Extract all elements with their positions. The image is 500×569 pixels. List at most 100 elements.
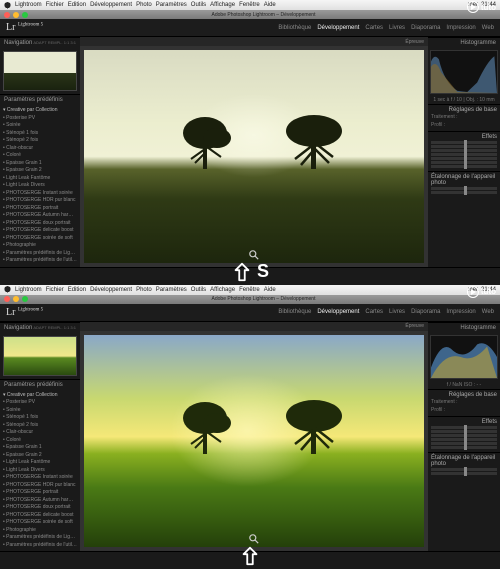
preset-item[interactable]: • Photographie [3,527,77,535]
preset-item[interactable]: • Light Leak Divers [3,182,77,190]
module-print[interactable]: Impression [446,25,475,31]
preset-item[interactable]: • Sténopé 2 fois [3,422,77,430]
menu-tools[interactable]: Outils [191,287,206,293]
preset-item[interactable]: • Light Leak Fantôme [3,175,77,183]
menu-file[interactable]: Fichier [46,2,64,8]
close-icon[interactable] [4,296,10,302]
preset-item[interactable]: • Paramètres prédéfinis de l'utilisateur [3,257,77,265]
menu-view[interactable]: Affichage [210,287,235,293]
menu-help[interactable]: Aide [264,2,276,8]
preset-item[interactable]: • PHOTOSERGE HDR pur blanc [3,482,77,490]
basic-panel[interactable]: Réglages de base Traitement : Profil : [428,104,500,131]
apple-icon[interactable] [4,286,11,293]
module-develop[interactable]: Développement [317,309,359,315]
presets-list[interactable]: ▾ Creative par Collection • Posterise PV… [0,390,80,552]
preset-item[interactable]: • PHOTOSERGE delicate boost [3,512,77,520]
menu-file[interactable]: Fichier [46,287,64,293]
module-book[interactable]: Livres [389,309,405,315]
navigator-thumbnail[interactable] [3,336,77,376]
module-map[interactable]: Cartes [365,25,383,31]
menu-photo[interactable]: Photo [136,287,152,293]
module-library[interactable]: Bibliothèque [278,25,311,31]
menu-settings[interactable]: Paramètres [156,287,187,293]
menu-edit[interactable]: Edition [68,287,86,293]
loupe-icon[interactable] [248,249,260,261]
preset-item[interactable]: • PHOTOSERGE Autumn harmony [3,497,77,505]
preset-item[interactable]: • PHOTOSERGE soirée de soft [3,235,77,243]
slider[interactable] [431,191,497,194]
preset-item[interactable]: • PHOTOSERGE Instant soirée [3,190,77,198]
module-map[interactable]: Cartes [365,309,383,315]
module-web[interactable]: Web [482,25,494,31]
preset-item[interactable]: • Sténopé 1 fois [3,414,77,422]
slider[interactable] [431,165,497,168]
image-canvas[interactable] [84,335,424,548]
preset-item[interactable]: • PHOTOSERGE portrait [3,489,77,497]
menu-photo[interactable]: Photo [136,2,152,8]
preset-item[interactable]: • Paramètres prédéfinis de Lightroom [3,250,77,258]
slider[interactable] [431,446,497,449]
preset-item[interactable]: • Épaisse Grain 2 [3,452,77,460]
preset-item[interactable]: • Coloré [3,437,77,445]
preset-item[interactable]: • Soirée [3,407,77,415]
preset-item[interactable]: • Clair-obscur [3,429,77,437]
preset-item[interactable]: • Soirée [3,122,77,130]
loupe-icon[interactable] [248,533,260,545]
preset-item[interactable]: • PHOTOSERGE delicate boost [3,227,77,235]
minimize-icon[interactable] [13,296,19,302]
menu-app[interactable]: Lightroom [15,287,42,293]
presets-list[interactable]: ▾ Creative par Collection • Posterise PV… [0,105,80,267]
menu-settings[interactable]: Paramètres [156,2,187,8]
menu-app[interactable]: Lightroom [15,2,42,8]
menu-window[interactable]: Fenêtre [239,2,260,8]
calibration-panel[interactable]: Étalonnage de l'appareil photo [428,171,500,197]
navigator-header[interactable]: Navigation ADAPT REMPL. 1:1 3:1 [0,37,80,48]
preset-item[interactable]: • Paramètres prédéfinis de l'utilisateur [3,542,77,550]
histogram[interactable] [430,50,498,94]
preset-item[interactable]: • PHOTOSERGE Autumn harmony [3,212,77,220]
preset-item[interactable]: • Épaisse Grain 1 [3,444,77,452]
zoom-icon[interactable] [22,12,28,18]
menu-view[interactable]: Affichage [210,2,235,8]
preset-item[interactable]: • Sténopé 1 fois [3,130,77,138]
preset-item[interactable]: • Coloré [3,152,77,160]
preset-item[interactable]: • PHOTOSERGE doux portrait [3,220,77,228]
preset-item[interactable]: • Épaisse Grain 1 [3,160,77,168]
module-print[interactable]: Impression [446,309,475,315]
module-library[interactable]: Bibliothèque [278,309,311,315]
menu-window[interactable]: Fenêtre [239,287,260,293]
preset-item[interactable]: • Posterise PV [3,115,77,123]
slider[interactable] [431,472,497,475]
preset-item[interactable]: • Posterise PV [3,399,77,407]
preset-item[interactable]: • Épaisse Grain 2 [3,167,77,175]
macos-menubar[interactable]: Lightroom Fichier Edition Développement … [0,285,500,295]
image-canvas[interactable] [84,50,424,263]
module-book[interactable]: Livres [389,25,405,31]
preset-item[interactable]: • PHOTOSERGE HDR pur blanc [3,197,77,205]
minimize-icon[interactable] [13,12,19,18]
preset-item[interactable]: • Light Leak Fantôme [3,459,77,467]
module-slideshow[interactable]: Diaporama [411,309,440,315]
preset-group[interactable]: ▾ Creative par Collection [3,392,77,400]
menu-develop[interactable]: Développement [90,2,132,8]
macos-menubar[interactable]: Lightroom Fichier Edition Développement … [0,0,500,10]
histogram[interactable] [430,335,498,379]
preset-item[interactable]: • Clair-obscur [3,145,77,153]
basic-panel[interactable]: Réglages de base Traitement : Profil : [428,389,500,416]
menu-edit[interactable]: Edition [68,2,86,8]
effects-panel[interactable]: Effets [428,416,500,452]
soft-proof-toggle[interactable]: Épreuve [405,323,424,329]
preset-item[interactable]: • Paramètres prédéfinis de Lightroom [3,534,77,542]
histogram-header[interactable]: Histogramme [428,37,500,48]
preset-item[interactable]: • PHOTOSERGE Instant soirée [3,474,77,482]
preset-item[interactable]: • PHOTOSERGE soirée de soft [3,519,77,527]
preset-item[interactable]: • Sténopé 2 fois [3,137,77,145]
menu-develop[interactable]: Développement [90,287,132,293]
soft-proof-toggle[interactable]: Épreuve [405,39,424,45]
navigator-header[interactable]: Navigation ADAPT REMPL. 1:1 3:1 [0,322,80,333]
menu-help[interactable]: Aide [264,287,276,293]
effects-panel[interactable]: Effets [428,131,500,171]
module-web[interactable]: Web [482,309,494,315]
preset-item[interactable]: • Photographie [3,242,77,250]
histogram-header[interactable]: Histogramme [428,322,500,333]
